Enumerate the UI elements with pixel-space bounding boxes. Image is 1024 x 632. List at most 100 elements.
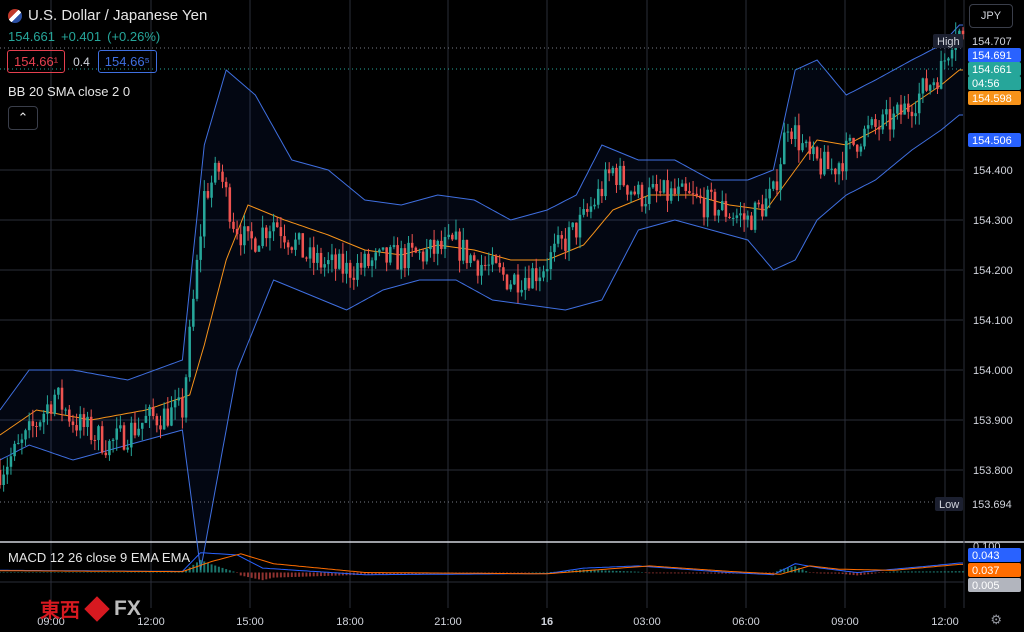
bb-indicator-label[interactable]: BB 20 SMA close 2 0: [8, 84, 130, 99]
macd-hist-bar: [228, 570, 231, 573]
macd-hist-bar: [947, 571, 950, 573]
macd-hist-bar: [681, 572, 684, 574]
candle-body: [782, 132, 786, 165]
candle-body: [863, 128, 866, 147]
candle-body: [104, 452, 108, 456]
candle-body: [768, 188, 771, 199]
candle-body: [399, 248, 403, 270]
candle-body: [622, 165, 626, 186]
candle-body: [148, 406, 151, 416]
candle-body: [53, 394, 56, 414]
candle-body: [877, 126, 881, 130]
macd-indicator-label[interactable]: MACD 12 26 close 9 EMA EMA: [8, 550, 190, 565]
macd-hist-bar: [925, 571, 928, 573]
candle-body: [542, 271, 545, 278]
candle-body: [673, 188, 677, 194]
candle-body: [454, 231, 458, 240]
macd-hist-bar: [13, 572, 16, 573]
candle-body: [352, 277, 356, 280]
macd-hist-bar: [929, 571, 932, 573]
candle-body: [790, 131, 793, 140]
candle-body: [885, 109, 888, 115]
candle-body: [261, 227, 264, 247]
currency-button[interactable]: JPY: [969, 4, 1013, 28]
macd-hist-bar: [287, 572, 290, 578]
candle-body: [286, 242, 290, 248]
time-tick-label: 06:00: [732, 616, 760, 628]
macd-hist-bar: [881, 572, 884, 573]
candle-body: [483, 264, 487, 266]
buy-button[interactable]: 154.66⁵: [97, 50, 157, 73]
candle-body: [615, 167, 618, 186]
candle-body: [297, 233, 301, 240]
chart-canvas[interactable]: 154.400 154.300 154.200 154.100 154.000 153.9…: [0, 0, 1024, 632]
gear-icon[interactable]: ⚙: [990, 612, 1002, 628]
candle-body: [586, 209, 589, 212]
candle-body: [403, 248, 407, 269]
macd-hist-bar: [31, 572, 34, 573]
symbol-title[interactable]: U.S. Dollar / Japanese Yen: [8, 7, 207, 24]
candle-body: [600, 188, 604, 197]
macd-hist-bar: [50, 572, 53, 573]
candle-body: [316, 252, 319, 263]
macd-hist-bar: [221, 567, 224, 573]
macd-hist-bar: [93, 572, 96, 573]
candle-body: [31, 421, 35, 427]
macd-hist-bar: [71, 572, 74, 573]
sell-button[interactable]: 154.66¹: [7, 50, 66, 73]
logo-diamond-icon: [84, 595, 110, 622]
candle-body: [159, 425, 162, 430]
candle-body: [491, 256, 494, 265]
candle-body: [188, 326, 191, 378]
macd-hist-bar: [918, 571, 921, 573]
candle-body: [804, 141, 808, 144]
candle-body: [279, 227, 283, 237]
macd-hist-bar: [816, 572, 819, 574]
macd-hist-bar: [148, 572, 151, 573]
time-tick-label: 16: [541, 616, 553, 628]
price-tick-label: 154.000: [973, 365, 1013, 377]
candle-body: [334, 254, 337, 269]
macd-hist-bar: [232, 571, 235, 573]
candle-body: [68, 409, 71, 422]
macd-hist-bar: [615, 570, 618, 573]
candle-body: [268, 231, 272, 239]
candle-body: [538, 277, 542, 282]
candle-body: [443, 237, 447, 249]
macd-hist-bar: [542, 572, 545, 573]
macd-hist-bar: [611, 570, 614, 573]
macd-hist-bar: [57, 572, 60, 573]
macd-hist-bar: [199, 559, 202, 573]
candle-body: [2, 474, 5, 485]
symbol-name: U.S. Dollar / Japanese Yen: [28, 7, 208, 24]
candle-body: [378, 249, 381, 253]
candle-body: [341, 253, 345, 274]
candle-body: [356, 262, 359, 280]
candle-body: [140, 422, 144, 429]
macd-hist-bar: [633, 571, 636, 573]
macd-hist-bar: [115, 572, 118, 573]
candle-body: [38, 422, 42, 427]
macd-hist-bar: [604, 570, 607, 573]
macd-hist-bar: [170, 572, 173, 573]
candle-body: [389, 247, 392, 263]
price-change-percent: (+0.26%): [107, 29, 161, 44]
macd-hist-bar: [236, 572, 239, 573]
macd-hist-bar: [626, 571, 629, 573]
macd-hist-bar: [837, 572, 840, 574]
candle-body: [337, 253, 341, 269]
candle-body: [793, 125, 797, 140]
candle-body: [837, 163, 841, 175]
candle-body: [184, 377, 188, 418]
us-jp-flag-icon: [8, 8, 22, 23]
macd-hist-bar: [706, 572, 709, 574]
macd-hist-bar: [619, 571, 622, 573]
candle-body: [170, 407, 173, 426]
macd-hist-bar: [710, 572, 713, 574]
candle-body: [162, 408, 166, 430]
collapse-indicators-button[interactable]: ⌃: [8, 106, 38, 130]
macd-hist-bar: [852, 572, 855, 576]
candle-body: [301, 233, 305, 258]
candle-body: [648, 187, 651, 205]
candle-body: [680, 183, 684, 187]
